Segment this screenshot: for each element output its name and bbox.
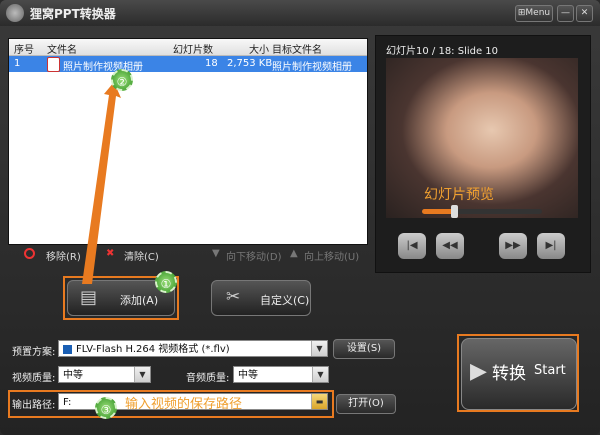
step-3-marker: ③ bbox=[95, 397, 117, 419]
tutorial-arrow bbox=[82, 82, 121, 284]
arrow-shape bbox=[82, 82, 121, 284]
step-1-marker: ① bbox=[155, 271, 177, 293]
app-window: 狸窝PPT转换器 ⊞Menu — ✕ 序号 文件名 幻灯片数 大小 目标文件名 … bbox=[0, 0, 600, 435]
step-2-marker: ② bbox=[111, 69, 133, 91]
